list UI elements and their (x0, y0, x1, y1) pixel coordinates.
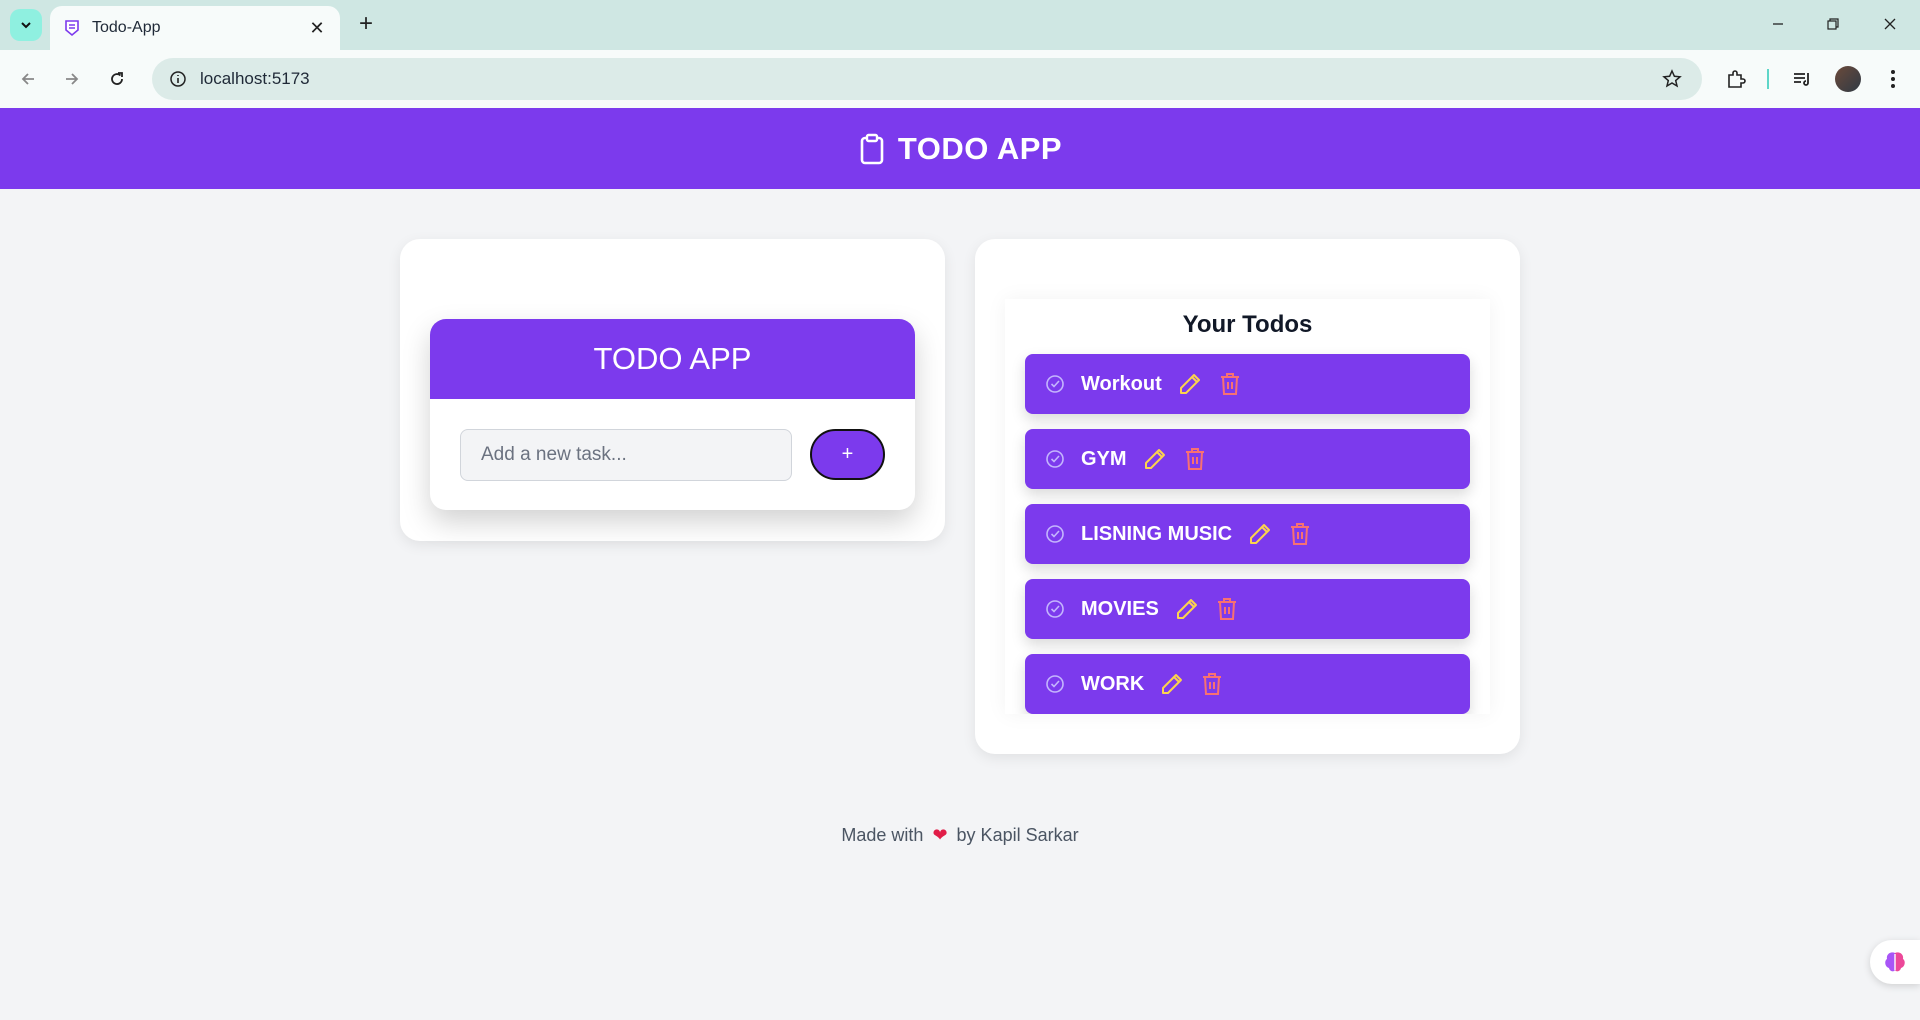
info-icon[interactable] (166, 67, 190, 91)
tab-favicon-icon (62, 18, 82, 38)
heart-icon: ❤ (932, 825, 948, 845)
trash-icon[interactable] (1213, 595, 1241, 623)
forward-icon[interactable] (56, 63, 88, 95)
pencil-icon[interactable] (1158, 670, 1186, 698)
clipboard-icon (860, 133, 884, 164)
address-bar[interactable]: localhost:5173 (152, 58, 1702, 100)
pencil-icon[interactable] (1141, 445, 1169, 473)
todo-item[interactable]: LISNING MUSIC (1025, 504, 1470, 564)
restore-icon[interactable] (1813, 8, 1853, 40)
check-circle-icon[interactable] (1043, 447, 1067, 471)
avatar[interactable] (1833, 64, 1863, 94)
extensions-icon[interactable] (1721, 64, 1751, 94)
trash-icon[interactable] (1181, 445, 1209, 473)
todo-label: WORK (1081, 672, 1145, 695)
app-header: TODO APP (0, 108, 1920, 189)
page-title: TODO APP (897, 130, 1063, 166)
todos-panel: Your Todos Workout GYM LISNING MUSIC MOV… (1005, 299, 1490, 714)
media-icon[interactable] (1787, 64, 1817, 94)
todo-label: Workout (1081, 372, 1162, 395)
form-title: TODO APP (430, 319, 915, 399)
star-icon[interactable] (1658, 65, 1686, 93)
trash-icon[interactable] (1216, 370, 1244, 398)
brain-icon (1885, 952, 1905, 972)
trash-icon[interactable] (1286, 520, 1314, 548)
trash-icon[interactable] (1198, 670, 1226, 698)
todo-item[interactable]: MOVIES (1025, 579, 1470, 639)
window-close-icon[interactable] (1870, 8, 1910, 40)
todo-label: GYM (1081, 447, 1127, 470)
check-circle-icon[interactable] (1043, 522, 1067, 546)
task-input[interactable] (460, 429, 792, 481)
todo-label: LISNING MUSIC (1081, 522, 1233, 545)
todos-card: Your Todos Workout GYM LISNING MUSIC MOV… (975, 239, 1520, 754)
pencil-icon[interactable] (1246, 520, 1274, 548)
todo-item[interactable]: Workout (1025, 354, 1470, 414)
menu-dots-icon[interactable] (1878, 64, 1908, 94)
check-circle-icon[interactable] (1043, 372, 1067, 396)
brain-extension-button[interactable] (1870, 940, 1920, 984)
chevron-down-icon (21, 22, 31, 29)
pencil-icon[interactable] (1173, 595, 1201, 623)
add-task-button[interactable]: + (810, 429, 885, 480)
todo-item[interactable]: WORK (1025, 654, 1470, 714)
todos-heading: Your Todos (1182, 311, 1313, 338)
browser-tab-bar: Todo-App ✕ + (0, 0, 1920, 50)
profile-avatar (1835, 66, 1861, 92)
tab-title: Todo-App (92, 19, 161, 36)
close-icon[interactable]: ✕ (306, 17, 328, 39)
minimize-icon[interactable] (1758, 8, 1798, 40)
url-text[interactable]: localhost:5173 (200, 69, 1658, 89)
reload-icon[interactable] (101, 63, 133, 95)
browser-toolbar: localhost:5173 (0, 50, 1920, 108)
add-task-card: TODO APP + (400, 239, 945, 541)
plus-icon[interactable]: + (352, 10, 380, 38)
toolbar-divider (1767, 69, 1769, 89)
todo-form: TODO APP + (430, 319, 915, 510)
check-circle-icon[interactable] (1043, 597, 1067, 621)
tab-search-button[interactable] (10, 9, 42, 41)
todo-label: MOVIES (1081, 597, 1159, 620)
footer-suffix: by Kapil Sarkar (956, 825, 1079, 845)
footer: Made with ❤ by Kapil Sarkar (0, 825, 1920, 846)
todo-item[interactable]: GYM (1025, 429, 1470, 489)
browser-tab[interactable]: Todo-App ✕ (50, 6, 340, 50)
footer-prefix: Made with (841, 825, 924, 845)
pencil-icon[interactable] (1176, 370, 1204, 398)
check-circle-icon[interactable] (1043, 672, 1067, 696)
back-icon[interactable] (12, 63, 44, 95)
